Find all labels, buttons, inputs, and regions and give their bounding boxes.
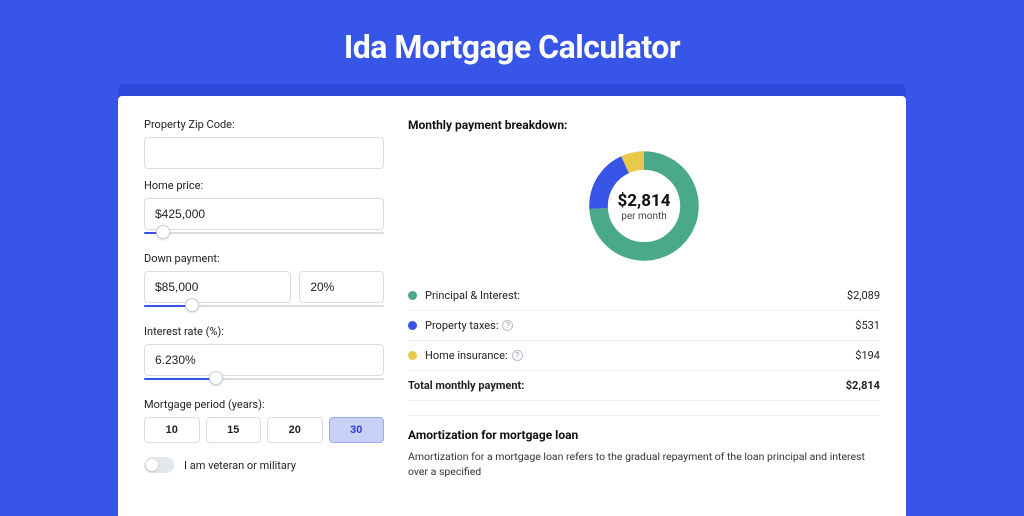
calculator-outer: Property Zip Code: Home price: Down paym… [118, 84, 906, 516]
legend-row: Home insurance:?$194 [408, 341, 880, 371]
legend-total-value: $2,814 [846, 379, 880, 392]
field-down-payment: Down payment: [144, 252, 384, 315]
donut-chart-wrap: $2,814 per month [408, 140, 880, 280]
slider-thumb[interactable] [156, 225, 170, 239]
field-zip: Property Zip Code: [144, 118, 384, 169]
veteran-toggle[interactable] [144, 457, 174, 473]
period-option-20[interactable]: 20 [267, 417, 323, 443]
amortization-text: Amortization for a mortgage loan refers … [408, 450, 880, 479]
field-interest-rate: Interest rate (%): [144, 325, 384, 388]
interest-rate-label: Interest rate (%): [144, 325, 384, 338]
donut-sub: per month [621, 211, 667, 222]
legend-total-label: Total monthly payment: [408, 379, 846, 392]
field-home-price: Home price: [144, 179, 384, 242]
legend-row: Principal & Interest:$2,089 [408, 281, 880, 311]
interest-rate-input[interactable] [144, 344, 384, 376]
legend-label: Home insurance:? [425, 349, 855, 362]
form-column: Property Zip Code: Home price: Down paym… [144, 118, 384, 516]
amortization-title: Amortization for mortgage loan [408, 428, 880, 442]
zip-input[interactable] [144, 137, 384, 169]
interest-rate-slider[interactable] [144, 374, 384, 388]
amortization-section: Amortization for mortgage loan Amortizat… [408, 415, 880, 479]
legend-dot [408, 291, 417, 300]
info-icon[interactable]: ? [512, 350, 523, 361]
home-price-label: Home price: [144, 179, 384, 192]
legend-value: $531 [855, 319, 880, 332]
slider-fill [144, 378, 216, 380]
period-options: 10152030 [144, 417, 384, 443]
slider-thumb[interactable] [185, 298, 199, 312]
zip-label: Property Zip Code: [144, 118, 384, 131]
field-mortgage-period: Mortgage period (years): 10152030 [144, 398, 384, 443]
legend-total-row: Total monthly payment:$2,814 [408, 371, 880, 401]
legend-label: Property taxes:? [425, 319, 855, 332]
mortgage-period-label: Mortgage period (years): [144, 398, 384, 411]
breakdown-column: Monthly payment breakdown: $2,814 per mo… [408, 118, 880, 516]
legend-value: $194 [855, 349, 880, 362]
legend: Principal & Interest:$2,089Property taxe… [408, 280, 880, 401]
info-icon[interactable]: ? [502, 320, 513, 331]
veteran-label: I am veteran or military [184, 459, 296, 472]
down-payment-pct-input[interactable] [299, 271, 384, 303]
breakdown-title: Monthly payment breakdown: [408, 118, 880, 132]
field-veteran: I am veteran or military [144, 457, 384, 473]
home-price-slider[interactable] [144, 228, 384, 242]
period-option-30[interactable]: 30 [329, 417, 385, 443]
slider-thumb[interactable] [209, 371, 223, 385]
down-payment-input[interactable] [144, 271, 291, 303]
legend-label: Principal & Interest: [425, 289, 847, 302]
down-payment-label: Down payment: [144, 252, 384, 265]
donut-amount: $2,814 [618, 191, 671, 211]
home-price-input[interactable] [144, 198, 384, 230]
down-payment-slider[interactable] [144, 301, 384, 315]
legend-row: Property taxes:?$531 [408, 311, 880, 341]
period-option-15[interactable]: 15 [206, 417, 262, 443]
toggle-knob [146, 459, 158, 471]
slider-track [144, 232, 384, 234]
calculator-card: Property Zip Code: Home price: Down paym… [118, 96, 906, 516]
donut-chart: $2,814 per month [584, 146, 704, 266]
legend-dot [408, 351, 417, 360]
legend-value: $2,089 [847, 289, 880, 302]
period-option-10[interactable]: 10 [144, 417, 200, 443]
donut-center: $2,814 per month [584, 146, 704, 266]
legend-dot [408, 321, 417, 330]
page-title: Ida Mortgage Calculator [0, 0, 1024, 84]
